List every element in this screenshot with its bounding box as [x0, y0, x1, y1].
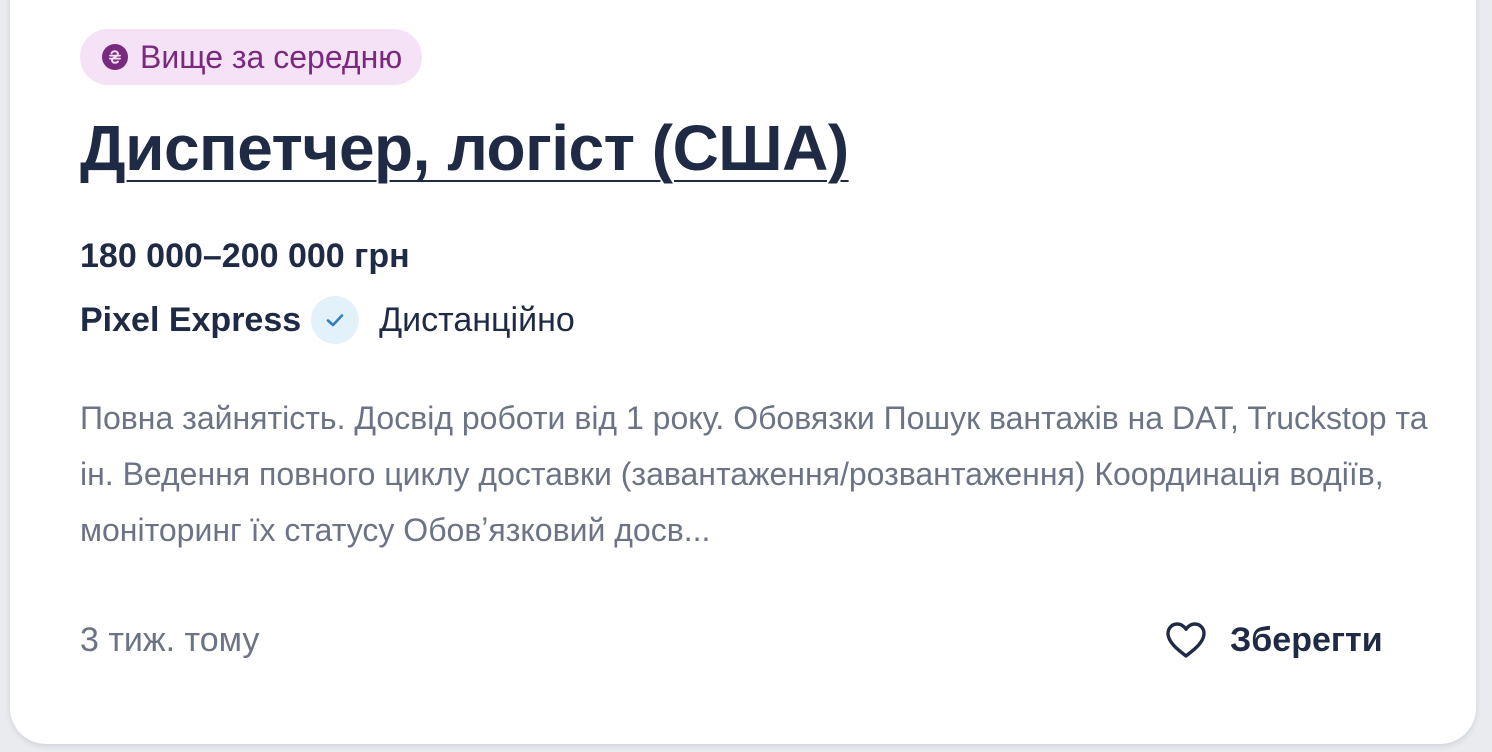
posted-time: 3 тиж. тому — [80, 621, 260, 659]
save-button-label: Зберегти — [1230, 620, 1383, 659]
company-row: Pixel Express Дистанційно — [80, 296, 575, 344]
company-name: Pixel Express — [80, 300, 302, 339]
salary-level-badge: Вище за середню — [80, 29, 423, 85]
salary-range: 180 000–200 000 грн — [80, 237, 410, 275]
heart-outline-icon — [1164, 620, 1208, 660]
verified-check-icon — [311, 296, 360, 344]
job-description: Повна зайнятість. Досвід роботи від 1 ро… — [80, 400, 1428, 548]
hryvnia-coin-icon — [102, 44, 128, 70]
job-title-link[interactable]: Диспетчер, логіст (США) — [80, 108, 849, 188]
job-card[interactable]: Вище за середню Диспетчер, логіст (США) … — [10, 0, 1476, 744]
work-location: Дистанційно — [379, 300, 575, 339]
save-button[interactable]: Зберегти — [1164, 614, 1383, 666]
badge-label: Вище за середню — [140, 38, 403, 75]
